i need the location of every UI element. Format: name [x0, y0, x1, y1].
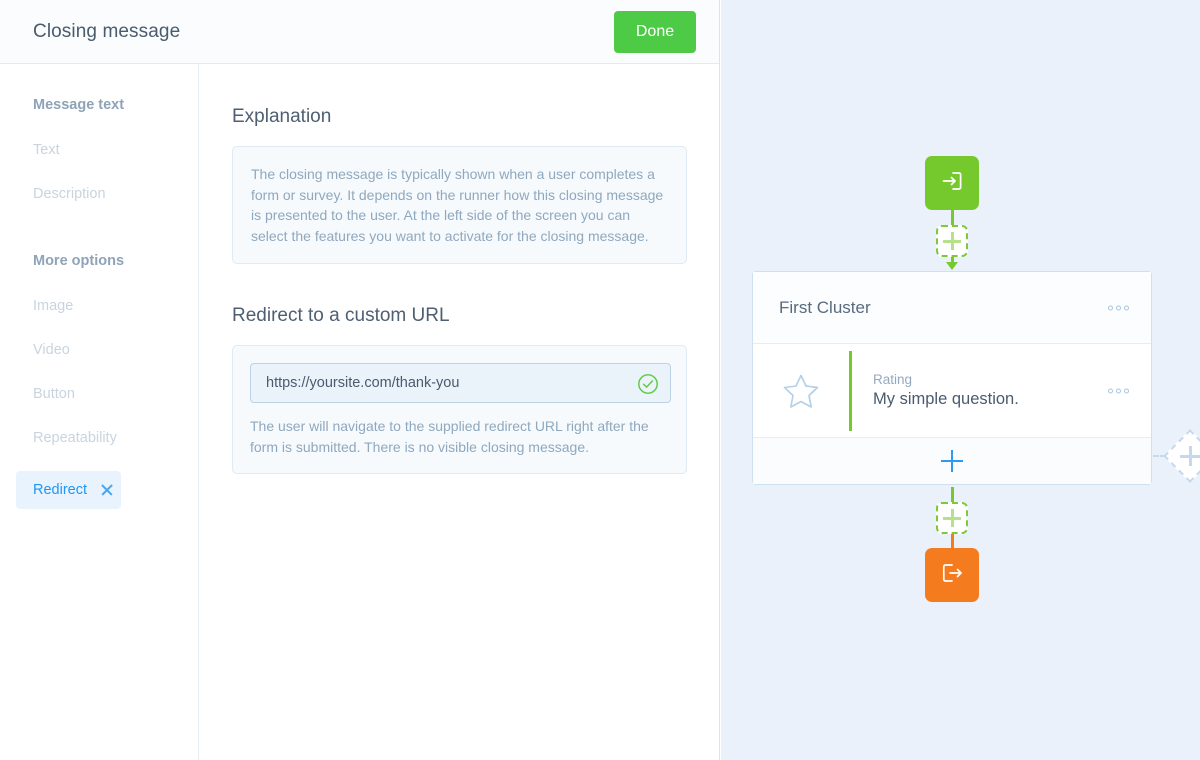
flow-connector-cluster-to-add — [950, 487, 954, 502]
flow-add-branch-button[interactable] — [1163, 429, 1200, 483]
more-options-icon[interactable] — [1108, 305, 1129, 310]
sidebar-item-text[interactable]: Text — [0, 139, 198, 183]
question-accent-bar — [849, 350, 852, 431]
redirect-url-input[interactable] — [251, 364, 621, 402]
redirect-help-text: The user will navigate to the supplied r… — [250, 418, 649, 455]
sidebar-item-description[interactable]: Description — [0, 183, 198, 227]
check-circle-icon — [637, 373, 659, 400]
sidebar-item-redirect[interactable]: Redirect — [16, 471, 121, 509]
explanation-text: The closing message is typically shown w… — [251, 166, 664, 244]
sidebar-item-button[interactable]: Button — [0, 383, 198, 427]
add-question-row[interactable] — [753, 438, 1151, 484]
form-area: Explanation The closing message is typic… — [199, 64, 726, 760]
explanation-heading: Explanation — [232, 106, 332, 127]
question-type-label: Rating — [873, 372, 913, 387]
page-title: Closing message — [33, 20, 181, 42]
sidebar-item-repeatability[interactable]: Repeatability — [0, 427, 198, 471]
editor-header: Closing message Done — [0, 0, 719, 64]
plus-icon — [943, 232, 961, 250]
explanation-box: The closing message is typically shown w… — [232, 146, 687, 264]
cluster-name: First Cluster — [779, 297, 871, 317]
cluster-header: First Cluster — [753, 272, 1151, 344]
flow-canvas: First Cluster Rating My simple question. — [721, 0, 1200, 760]
flow-add-node-bottom[interactable] — [936, 502, 968, 534]
flow-exit-node[interactable] — [925, 548, 979, 602]
question-text-group: Rating My simple question. — [873, 372, 1019, 409]
question-row[interactable]: Rating My simple question. — [753, 344, 1151, 438]
plus-icon — [941, 450, 963, 472]
question-title: My simple question. — [873, 390, 1019, 408]
feature-sidebar: Message text Text Description More optio… — [0, 64, 199, 760]
plus-icon — [1180, 446, 1200, 466]
redirect-heading: Redirect to a custom URL — [232, 305, 450, 326]
redirect-box: The user will navigate to the supplied r… — [232, 345, 726, 474]
sidebar-group-message-text: Message text — [33, 97, 125, 113]
sidebar-item-video[interactable]: Video — [0, 339, 198, 383]
flow-entry-node[interactable] — [925, 156, 979, 210]
cluster-card: First Cluster Rating My simple question. — [752, 271, 1152, 485]
flow-arrowhead-down — [946, 262, 958, 270]
done-button[interactable]: Done — [614, 11, 696, 53]
exit-arrow-icon — [939, 560, 965, 591]
sidebar-item-image[interactable]: Image — [0, 295, 198, 339]
redirect-url-field[interactable] — [250, 363, 726, 403]
plus-icon — [943, 509, 961, 527]
sidebar-group-more-options: More options — [33, 253, 125, 269]
question-more-options-icon[interactable] — [1108, 388, 1129, 393]
editor-body: Message text Text Description More optio… — [0, 64, 726, 760]
enter-arrow-icon — [939, 168, 965, 199]
closing-message-editor-panel: Closing message Done Message text Text D… — [0, 0, 726, 760]
flow-add-node-top[interactable] — [936, 225, 968, 257]
flow-connector-entry-to-add — [950, 210, 954, 225]
close-icon[interactable] — [100, 483, 114, 497]
app-root: Closing message Done Message text Text D… — [0, 0, 1200, 760]
sidebar-item-label: Redirect — [33, 482, 87, 498]
star-icon — [753, 370, 849, 412]
